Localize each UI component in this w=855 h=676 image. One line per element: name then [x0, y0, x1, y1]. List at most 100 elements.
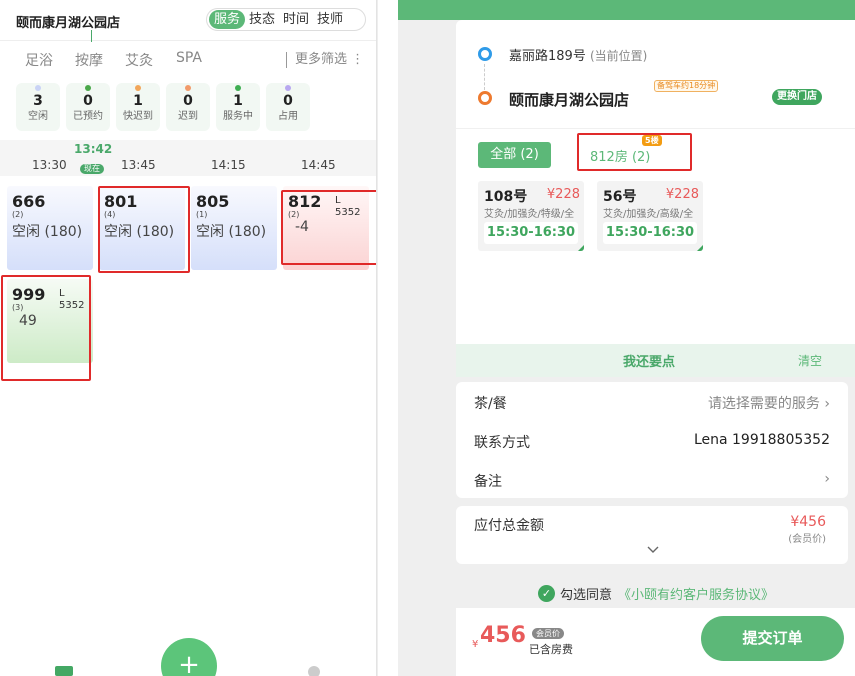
- shop-name: 颐而康月湖公园店: [509, 91, 630, 109]
- member-price-badge: 会员价: [532, 628, 564, 639]
- time-tick: 14:45: [301, 158, 336, 172]
- header-band: [398, 0, 855, 20]
- stat-idle[interactable]: 3 空闲: [16, 83, 60, 131]
- tab-massage[interactable]: 按摩: [75, 50, 103, 70]
- highlight-box: [98, 186, 190, 273]
- store-panel: 颐而康月湖公园店 服务 技态 时间 技师 足浴 按摩 艾灸 SPA 更多筛选 ⋮…: [0, 0, 377, 676]
- eta-tag: 备驾车约18分钟: [654, 80, 719, 92]
- clear-button[interactable]: 清空: [798, 352, 822, 369]
- tea-meal-row[interactable]: 茶/餐 请选择需要的服务 ›: [474, 393, 830, 415]
- divider: [0, 40, 376, 41]
- stat-label: 服务中: [223, 111, 253, 122]
- contact-row[interactable]: 联系方式 Lena 19918805352: [474, 432, 830, 454]
- stat-label: 占用: [278, 111, 298, 122]
- stat-in-service[interactable]: 1 服务中: [216, 83, 260, 131]
- home-icon[interactable]: [55, 666, 73, 676]
- time-tick: 14:15: [211, 158, 246, 172]
- room-number: 666: [12, 192, 46, 211]
- service-price: ¥228: [665, 187, 699, 202]
- total-price: ¥456: [790, 514, 826, 530]
- add-more-bar: 我还要点 清空: [456, 344, 855, 377]
- status-dot: [35, 85, 41, 91]
- add-button[interactable]: +: [161, 638, 217, 676]
- current-time-marker: 13:42 现在: [74, 142, 113, 175]
- total-card[interactable]: 应付总金额 ¥456 (会员价): [456, 506, 848, 564]
- highlight-box: [1, 275, 91, 381]
- stat-label: 已预约: [73, 111, 103, 122]
- service-description: 艾灸/加强灸/高级/全: [603, 209, 694, 220]
- change-store-button[interactable]: 更换门店: [772, 89, 822, 105]
- more-filter-button[interactable]: 更多筛选 ⋮: [286, 52, 364, 68]
- category-tabs: 足浴 按摩 艾灸 SPA 更多筛选 ⋮: [0, 50, 376, 70]
- stat-count: 0: [283, 93, 293, 109]
- tab-moxibustion[interactable]: 艾灸: [125, 50, 153, 70]
- route-line: [484, 64, 485, 90]
- status-dot: [135, 85, 141, 91]
- room-capacity: (1): [196, 210, 208, 219]
- store-location-icon: [478, 91, 492, 105]
- filter-all-button[interactable]: 全部 (2): [478, 142, 551, 168]
- current-address: 嘉丽路189号 (当前位置): [509, 45, 647, 64]
- stat-booked[interactable]: 0 已预约: [66, 83, 110, 131]
- status-dot: [185, 85, 191, 91]
- store-title: 颐而康月湖公园店: [16, 16, 121, 31]
- room-card-666[interactable]: 666 (2) 空闲 (180): [7, 186, 93, 270]
- tab-foot-bath[interactable]: 足浴: [25, 50, 53, 70]
- segment-time[interactable]: 时间: [279, 10, 313, 29]
- highlight-box: [577, 133, 692, 171]
- submit-order-button[interactable]: 提交订单: [701, 616, 844, 661]
- agree-text: 勾选同意: [560, 588, 613, 603]
- agreement-row[interactable]: ✓ 勾选同意 《小颐有约客户服务协议》: [538, 584, 774, 603]
- stat-count: 1: [233, 93, 243, 109]
- room-number: 805: [196, 192, 230, 211]
- status-dot: [235, 85, 241, 91]
- stat-count: 3: [33, 93, 43, 109]
- current-time: 13:42: [74, 142, 113, 156]
- panel-gap: [378, 0, 398, 676]
- note-label: 备注: [474, 474, 502, 490]
- current-address-note: (当前位置): [589, 49, 648, 63]
- currency-symbol: ¥: [472, 639, 479, 650]
- order-info-card: 茶/餐 请选择需要的服务 › 联系方式 Lena 19918805352 备注 …: [456, 382, 848, 498]
- profile-icon[interactable]: [308, 666, 320, 676]
- current-address-text: 嘉丽路189号: [509, 49, 586, 64]
- service-item-108[interactable]: 108号 ¥228 艾灸/加强灸/特级/全 15:30-16:30: [478, 181, 584, 251]
- segment-tech-state[interactable]: 技态: [245, 10, 279, 29]
- time-tick: 13:30: [32, 158, 67, 172]
- current-location-icon: [478, 47, 492, 61]
- service-time: 15:30-16:30: [484, 222, 578, 244]
- note-row[interactable]: 备注 ›: [474, 471, 830, 493]
- stat-occupied[interactable]: 0 占用: [266, 83, 310, 131]
- stat-count: 0: [83, 93, 93, 109]
- agreement-link[interactable]: 《小颐有约客户服务协议》: [618, 584, 774, 603]
- technician-number: 108号: [484, 189, 528, 205]
- service-price: ¥228: [546, 187, 580, 202]
- room-card-805[interactable]: 805 (1) 空闲 (180): [191, 186, 277, 270]
- add-more-button[interactable]: 我还要点: [623, 351, 675, 370]
- tab-spa[interactable]: SPA: [176, 50, 202, 66]
- status-dot: [285, 85, 291, 91]
- segment-technician[interactable]: 技师: [313, 10, 347, 29]
- corner-marker: [578, 245, 584, 251]
- current-time-line: [91, 30, 92, 42]
- footer-bar: ¥ 456 会员价 已含房费 提交订单: [456, 608, 855, 676]
- stat-label: 快迟到: [123, 111, 153, 122]
- service-item-56[interactable]: 56号 ¥228 艾灸/加强灸/高级/全 15:30-16:30: [597, 181, 703, 251]
- technician-number: 56号: [603, 189, 637, 205]
- stat-late[interactable]: 0 迟到: [166, 83, 210, 131]
- footer-total-amount: 456: [480, 623, 526, 648]
- room-service-card: 全部 (2) 812房 (2) 5楼 108号 ¥228 艾灸/加强灸/特级/全…: [456, 128, 855, 344]
- chevron-right-icon: ›: [824, 471, 830, 487]
- segment-service[interactable]: 服务: [209, 10, 246, 29]
- room-status: 空闲 (180): [196, 224, 267, 240]
- timeline-bar[interactable]: 13:30 13:45 14:15 14:45 13:42 现在: [0, 140, 376, 176]
- status-dot: [85, 85, 91, 91]
- checkbox-checked-icon[interactable]: ✓: [538, 585, 555, 602]
- room-status: 空闲 (180): [12, 224, 83, 240]
- chevron-down-icon[interactable]: [646, 544, 660, 558]
- member-price-note: (会员价): [788, 534, 826, 545]
- address-card: 嘉丽路189号 (当前位置) 颐而康月湖公园店 备驾车约18分钟 更换门店: [456, 20, 855, 128]
- tea-meal-label: 茶/餐: [474, 396, 507, 412]
- stat-count: 0: [183, 93, 193, 109]
- stat-almost-late[interactable]: 1 快迟到: [116, 83, 160, 131]
